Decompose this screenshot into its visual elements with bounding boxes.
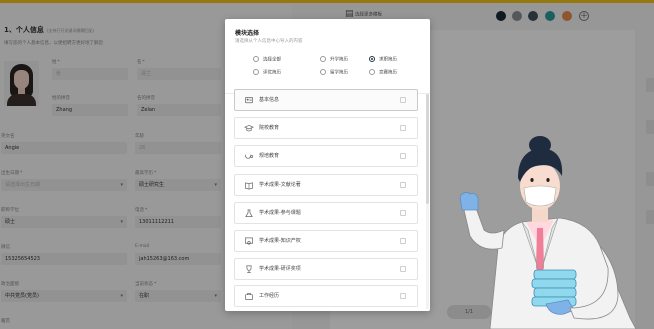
module-label: 学术成果-文献论著: [259, 182, 301, 188]
checkbox-icon[interactable]: [400, 153, 406, 159]
resume-type-option[interactable]: 留学简历: [320, 68, 348, 76]
book-icon: [245, 182, 253, 190]
briefcase-icon: [245, 292, 253, 301]
option-label: 选择全部: [263, 57, 281, 63]
resume-type-option[interactable]: 评优简历: [253, 68, 281, 76]
module-select-dialog: 模块选择 请选择从个人信息中心导入的内容 选择全部 升学简历 求职简历评优简历 留学简…: [225, 19, 430, 311]
checkbox-icon[interactable]: [400, 125, 406, 131]
module-label: 基本信息: [259, 97, 280, 103]
radio-icon[interactable]: [253, 68, 259, 75]
option-label: 求职简历: [379, 57, 397, 63]
module-label: 学术成果-研评奖项: [259, 266, 301, 272]
doctor-illustration: [459, 136, 637, 329]
module-item[interactable]: 学术成果-研评奖项: [234, 258, 418, 280]
option-label: 留学简历: [330, 70, 348, 76]
resume-type-option[interactable]: 竞赛简历: [369, 68, 397, 76]
radio-icon[interactable]: [320, 68, 326, 75]
module-item[interactable]: 学术成果-文献论著: [234, 174, 418, 196]
module-label: 院校教育: [259, 125, 280, 131]
scrollbar-thumb[interactable]: [426, 94, 429, 204]
dialog-subtitle: 请选择从个人信息中心导入的内容: [235, 39, 303, 44]
resume-type-option[interactable]: 升学简历: [320, 55, 348, 63]
option-label: 竞赛简历: [379, 70, 397, 76]
checkbox-icon[interactable]: [400, 293, 406, 299]
module-item[interactable]: 基本信息: [234, 89, 418, 111]
checkbox-icon[interactable]: [400, 97, 406, 103]
resume-type-option[interactable]: 选择全部: [253, 55, 281, 63]
module-item[interactable]: 院校教育: [234, 117, 418, 139]
module-label: 学术成果-知识产权: [259, 238, 301, 244]
checkbox-icon[interactable]: [400, 238, 406, 244]
radio-icon[interactable]: [369, 68, 375, 75]
option-label: 升学简历: [330, 57, 348, 63]
module-item[interactable]: 规培教育: [234, 145, 418, 167]
radio-icon[interactable]: [253, 55, 259, 62]
id-card-icon: [245, 96, 253, 104]
checkbox-icon[interactable]: [400, 182, 406, 188]
graduation-cap-icon: [244, 124, 254, 132]
module-item[interactable]: 学术成果-知识产权: [234, 230, 418, 252]
option-label: 评优简历: [263, 70, 281, 76]
module-item[interactable]: 学术成果-参与课题: [234, 202, 418, 224]
radio-icon[interactable]: [320, 55, 326, 62]
radio-icon[interactable]: [369, 55, 375, 62]
stethoscope-icon: [245, 154, 254, 159]
flask-icon: [245, 209, 253, 218]
module-label: 规培教育: [259, 153, 280, 159]
module-label: 工作经历: [259, 293, 280, 299]
resume-type-option[interactable]: 求职简历: [369, 55, 397, 63]
checkbox-icon[interactable]: [400, 266, 406, 272]
trophy-icon: [246, 265, 252, 274]
dialog-title: 模块选择: [235, 30, 260, 37]
checkbox-icon[interactable]: [400, 210, 406, 216]
module-item[interactable]: 工作经历: [234, 285, 418, 307]
module-label: 学术成果-参与课题: [259, 210, 301, 216]
certificate-icon: [245, 237, 253, 245]
